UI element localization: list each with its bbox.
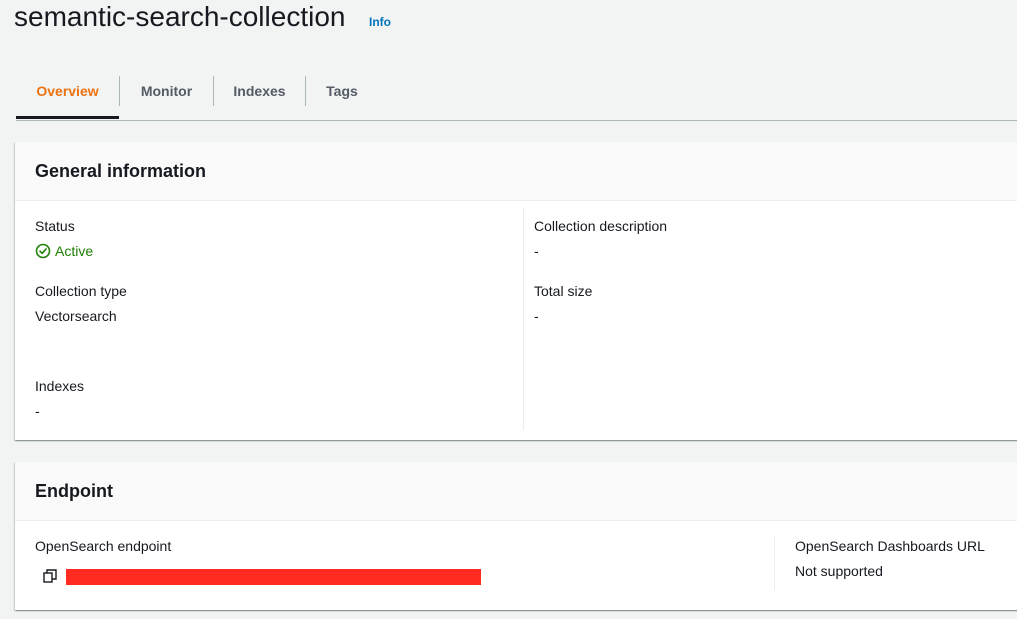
column-divider	[523, 208, 524, 430]
tab-tags[interactable]: Tags	[306, 72, 378, 119]
copy-icon[interactable]	[43, 569, 57, 583]
status-value: Active	[35, 243, 93, 259]
page-title: semantic-search-collection	[14, 1, 346, 32]
collection-type-label: Collection type	[35, 283, 127, 299]
status-label: Status	[35, 218, 75, 234]
column-divider	[774, 536, 775, 590]
tab-bar: Overview Monitor Indexes Tags	[16, 72, 1017, 121]
status-text: Active	[55, 243, 94, 259]
tab-indexes[interactable]: Indexes	[214, 72, 305, 119]
check-circle-icon	[35, 243, 51, 259]
general-information-panel: General information Status Active Collec…	[15, 142, 1017, 440]
total-size-label: Total size	[534, 283, 593, 299]
info-link[interactable]: Info	[369, 15, 391, 29]
indexes-label: Indexes	[35, 378, 85, 394]
dashboards-url-label: OpenSearch Dashboards URL	[795, 538, 985, 554]
opensearch-endpoint-label: OpenSearch endpoint	[35, 538, 172, 554]
tab-overview[interactable]: Overview	[16, 72, 119, 119]
collection-description-label: Collection description	[534, 218, 668, 234]
indexes-value: -	[35, 403, 40, 419]
endpoint-heading: Endpoint	[15, 462, 1017, 521]
total-size-value: -	[534, 308, 539, 324]
collection-type-value: Vectorsearch	[35, 308, 117, 324]
collection-description-value: -	[534, 243, 539, 259]
tab-monitor[interactable]: Monitor	[120, 72, 213, 119]
redacted-endpoint-url	[66, 569, 481, 585]
general-information-heading: General information	[15, 142, 1017, 201]
dashboards-url-value: Not supported	[795, 563, 883, 579]
endpoint-panel: Endpoint OpenSearch endpoint OpenSearch …	[15, 462, 1017, 610]
